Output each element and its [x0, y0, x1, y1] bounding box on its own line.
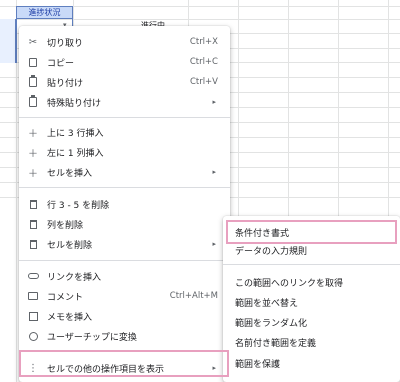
submenu-item-label: 名前付き範囲を定義 — [235, 338, 317, 349]
menu-item-label: 特殊貼り付け — [47, 98, 102, 109]
context-menu: ✂ 切り取り Ctrl+X コピー Ctrl+C 貼り付け Ctrl+V 特殊貼… — [19, 26, 230, 382]
menu-item-label: 切り取り — [47, 38, 84, 49]
people-chip-icon — [27, 330, 39, 342]
paste-special-icon — [27, 95, 39, 108]
menu-item-label: 列を削除 — [47, 220, 84, 231]
menu-item-shortcut: Ctrl+C — [189, 57, 218, 67]
menu-divider — [19, 117, 230, 118]
submenu-item-sort-range[interactable]: 範囲を並べ替え — [223, 292, 400, 312]
menu-item-label: ユーザーチップに変換 — [47, 332, 137, 343]
menu-item-shortcut: Ctrl+X — [189, 37, 218, 47]
menu-item-label: メモを挿入 — [47, 312, 93, 323]
menu-item-label: 貼り付け — [47, 78, 84, 89]
submenu-item-randomize-range[interactable]: 範囲をランダム化 — [223, 312, 400, 332]
menu-item-shortcut: Ctrl+V — [189, 77, 218, 87]
submenu-item-label: この範囲へのリンクを取得 — [235, 278, 344, 289]
menu-divider — [223, 264, 400, 265]
menu-item-cut[interactable]: ✂ 切り取り Ctrl+X — [19, 32, 230, 52]
highlight-frame-more-actions — [19, 350, 229, 377]
menu-item-insert-link[interactable]: リンクを挿入 — [19, 266, 230, 286]
plus-icon: ＋ — [28, 148, 38, 160]
submenu-item-label: 範囲を保護 — [235, 359, 281, 370]
scissors-icon: ✂ — [28, 36, 38, 48]
menu-item-label: 行 3 - 5 を削除 — [47, 200, 110, 211]
menu-item-delete-rows[interactable]: 行 3 - 5 を削除 — [19, 194, 230, 214]
submenu-arrow-icon: ▸ — [212, 98, 216, 106]
menu-item-delete-cells[interactable]: セルを削除 ▸ — [19, 234, 230, 254]
paste-icon — [27, 75, 39, 88]
trash-icon — [27, 198, 39, 210]
copy-icon — [27, 56, 39, 68]
header-cell[interactable]: 進捗状況 — [16, 6, 73, 19]
plus-icon: ＋ — [28, 168, 38, 180]
menu-item-label: コメント — [47, 292, 84, 303]
trash-icon — [27, 218, 39, 230]
plus-icon: ＋ — [28, 128, 38, 140]
menu-item-insert-rows-above[interactable]: ＋ 上に 3 行挿入 — [19, 122, 230, 142]
submenu-item-get-range-link[interactable]: この範囲へのリンクを取得 — [223, 272, 400, 292]
submenu-item-label: 範囲をランダム化 — [235, 318, 308, 329]
menu-item-insert-column-left[interactable]: ＋ 左に 1 列挿入 — [19, 142, 230, 162]
menu-item-label: リンクを挿入 — [47, 272, 102, 283]
submenu-arrow-icon: ▸ — [212, 240, 216, 248]
menu-item-paste[interactable]: 貼り付け Ctrl+V — [19, 72, 230, 92]
submenu-item-label: 範囲を並べ替え — [235, 298, 299, 309]
menu-item-label: セルを挿入 — [47, 168, 93, 179]
menu-item-copy[interactable]: コピー Ctrl+C — [19, 52, 230, 72]
menu-divider — [19, 260, 230, 261]
submenu-item-define-named-range[interactable]: 名前付き範囲を定義 — [223, 332, 400, 352]
trash-icon — [27, 238, 39, 250]
comment-icon — [27, 290, 39, 302]
menu-item-insert-cells[interactable]: ＋ セルを挿入 ▸ — [19, 162, 230, 182]
menu-item-label: セルを削除 — [47, 240, 93, 251]
menu-divider — [19, 187, 230, 188]
row-selection-strip — [0, 19, 16, 63]
submenu-item-protect-range[interactable]: 範囲を保護 — [223, 353, 400, 373]
menu-item-paste-special[interactable]: 特殊貼り付け ▸ — [19, 92, 230, 112]
note-icon — [27, 310, 39, 322]
menu-item-comment[interactable]: コメント Ctrl+Alt+M — [19, 286, 230, 306]
menu-item-insert-note[interactable]: メモを挿入 — [19, 306, 230, 326]
submenu-item-label: データの入力規則 — [235, 246, 308, 257]
menu-item-convert-people-chip[interactable]: ユーザーチップに変換 — [19, 326, 230, 346]
menu-item-shortcut: Ctrl+Alt+M — [169, 291, 218, 301]
menu-item-label: 上に 3 行挿入 — [47, 128, 104, 139]
menu-item-delete-column[interactable]: 列を削除 — [19, 214, 230, 234]
link-icon — [27, 270, 39, 282]
submenu-arrow-icon: ▸ — [212, 168, 216, 176]
highlight-frame-conditional-formatting — [226, 220, 397, 244]
menu-item-label: コピー — [47, 58, 75, 69]
menu-item-label: 左に 1 列挿入 — [47, 148, 104, 159]
